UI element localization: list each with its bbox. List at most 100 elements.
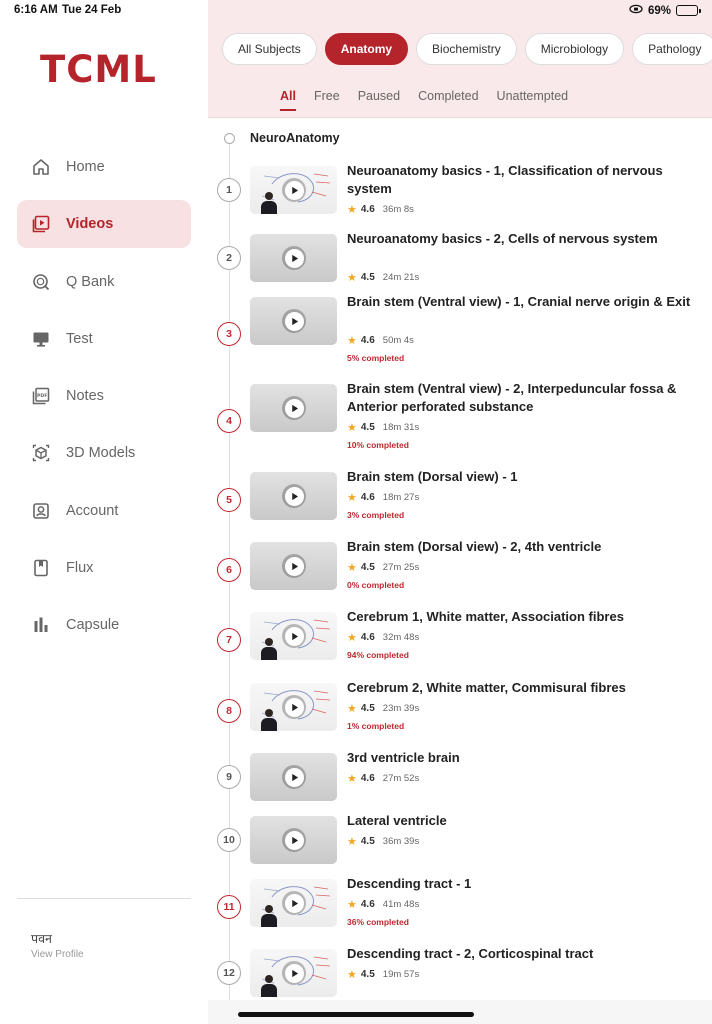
- status-time: 6:16 AM: [14, 4, 58, 16]
- star-icon: ★: [347, 969, 357, 981]
- sidebar-divider: [17, 898, 191, 899]
- video-rating: 4.6: [360, 335, 375, 346]
- sidebar-item-home[interactable]: Home: [17, 143, 191, 191]
- tab-unattempted[interactable]: Unattempted: [497, 89, 569, 111]
- bar-chart-icon: [32, 616, 50, 634]
- video-thumbnail[interactable]: [250, 612, 337, 660]
- home-indicator[interactable]: [238, 1012, 474, 1017]
- video-title[interactable]: Neuroanatomy basics - 2, Cells of nervou…: [347, 230, 707, 248]
- video-thumbnail[interactable]: [250, 297, 337, 345]
- presenter-figure: [260, 638, 278, 660]
- subject-chip-pathology[interactable]: Pathology: [632, 33, 712, 65]
- video-icon: [32, 215, 50, 233]
- star-icon: ★: [347, 703, 357, 715]
- presenter-figure: [260, 709, 278, 731]
- star-icon: ★: [347, 836, 357, 848]
- sidebar-item-label: Videos: [66, 216, 114, 233]
- video-title[interactable]: Brain stem (Dorsal view) - 2, 4th ventri…: [347, 538, 707, 556]
- video-meta: ★ 4.6 41m 48s: [347, 898, 419, 911]
- video-thumbnail[interactable]: [250, 753, 337, 801]
- play-icon[interactable]: [282, 765, 306, 789]
- play-icon[interactable]: [282, 396, 306, 420]
- tab-completed[interactable]: Completed: [418, 89, 478, 111]
- video-duration: 36m 8s: [382, 204, 414, 215]
- play-icon[interactable]: [282, 695, 306, 719]
- video-number: 2: [217, 246, 241, 270]
- video-title[interactable]: Descending tract - 1: [347, 875, 707, 893]
- video-thumbnail[interactable]: [250, 542, 337, 590]
- tab-free[interactable]: Free: [314, 89, 340, 111]
- home-icon: [32, 158, 50, 176]
- sidebar-item-videos[interactable]: Videos: [17, 200, 191, 249]
- video-thumbnail[interactable]: [250, 879, 337, 927]
- video-title[interactable]: Neuroanatomy basics - 1, Classification …: [347, 162, 707, 198]
- video-title[interactable]: Cerebrum 1, White matter, Association fi…: [347, 608, 707, 626]
- play-icon[interactable]: [282, 484, 306, 508]
- play-icon[interactable]: [282, 891, 306, 915]
- video-duration: 27m 52s: [382, 773, 420, 784]
- video-number: 10: [217, 828, 241, 852]
- subject-chip-anatomy[interactable]: Anatomy: [324, 33, 409, 65]
- video-title[interactable]: 3rd ventricle brain: [347, 749, 707, 767]
- video-thumbnail[interactable]: [250, 949, 337, 997]
- monitor-icon: [32, 330, 50, 348]
- video-title[interactable]: Brain stem (Dorsal view) - 1: [347, 468, 707, 486]
- video-thumbnail[interactable]: [250, 816, 337, 864]
- sidebar-item-label: Home: [66, 159, 105, 175]
- section-dot: [224, 133, 235, 144]
- video-number: 6: [217, 558, 241, 582]
- pdf-icon: PDF: [32, 387, 50, 405]
- video-meta: ★ 4.5 36m 39s: [347, 835, 419, 848]
- subject-chip-microbiology[interactable]: Microbiology: [524, 33, 625, 65]
- view-profile-link[interactable]: View Profile: [31, 949, 84, 960]
- video-title[interactable]: Brain stem (Ventral view) - 1, Cranial n…: [347, 293, 707, 311]
- video-thumbnail[interactable]: [250, 683, 337, 731]
- play-icon[interactable]: [282, 624, 306, 648]
- video-meta: ★ 4.5 23m 39s: [347, 702, 419, 715]
- video-progress: 1% completed: [347, 721, 405, 731]
- play-icon[interactable]: [282, 828, 306, 852]
- tab-paused[interactable]: Paused: [358, 89, 400, 111]
- subject-chip-all-subjects[interactable]: All Subjects: [222, 33, 317, 65]
- video-rating: 4.5: [360, 703, 375, 714]
- video-thumbnail[interactable]: [250, 166, 337, 214]
- play-icon[interactable]: [282, 961, 306, 985]
- video-meta: ★ 4.6 18m 27s: [347, 491, 419, 504]
- video-title[interactable]: Brain stem (Ventral view) - 2, Interpedu…: [347, 380, 707, 416]
- sidebar-item-account[interactable]: Account: [17, 487, 191, 535]
- video-rating: 4.6: [360, 492, 375, 503]
- video-number: 5: [217, 488, 241, 512]
- video-thumbnail[interactable]: [250, 384, 337, 432]
- star-icon: ★: [347, 335, 357, 347]
- video-thumbnail[interactable]: [250, 472, 337, 520]
- svg-text:PDF: PDF: [37, 393, 47, 399]
- status-bar: 6:16 AM Tue 24 Feb 69%: [0, 0, 712, 22]
- video-meta: ★ 4.6 50m 4s: [347, 334, 414, 347]
- profile-name[interactable]: पवन: [31, 930, 52, 947]
- sidebar-item-notes[interactable]: PDF Notes: [17, 372, 191, 420]
- sidebar-item-test[interactable]: Test: [17, 315, 191, 363]
- video-title[interactable]: Descending tract - 2, Corticospinal trac…: [347, 945, 707, 963]
- presenter-figure: [260, 192, 278, 214]
- sidebar-item-flux[interactable]: Flux: [17, 544, 191, 592]
- sidebar-item-q-bank[interactable]: Q Bank: [17, 258, 191, 306]
- qbank-icon: [32, 273, 50, 291]
- play-icon[interactable]: [282, 178, 306, 202]
- sidebar-item-label: Account: [66, 502, 119, 519]
- sidebar-item-label: Capsule: [66, 617, 120, 634]
- play-icon[interactable]: [282, 309, 306, 333]
- video-title[interactable]: Lateral ventricle: [347, 812, 707, 830]
- star-icon: ★: [347, 204, 357, 216]
- subject-chip-biochemistry[interactable]: Biochemistry: [416, 33, 517, 65]
- play-icon[interactable]: [282, 246, 306, 270]
- sidebar-item-3d-models[interactable]: 3D Models: [17, 429, 191, 477]
- video-title[interactable]: Cerebrum 2, White matter, Commisural fib…: [347, 679, 707, 697]
- section-title: NeuroAnatomy: [250, 131, 340, 145]
- video-duration: 27m 25s: [382, 562, 420, 573]
- play-icon[interactable]: [282, 554, 306, 578]
- video-meta: ★ 4.6 36m 8s: [347, 203, 414, 216]
- main-panel: All Subjects Anatomy Biochemistry Microbiol…: [208, 0, 712, 1024]
- sidebar-item-capsule[interactable]: Capsule: [17, 601, 191, 649]
- tab-all[interactable]: All: [280, 89, 296, 111]
- video-thumbnail[interactable]: [250, 234, 337, 282]
